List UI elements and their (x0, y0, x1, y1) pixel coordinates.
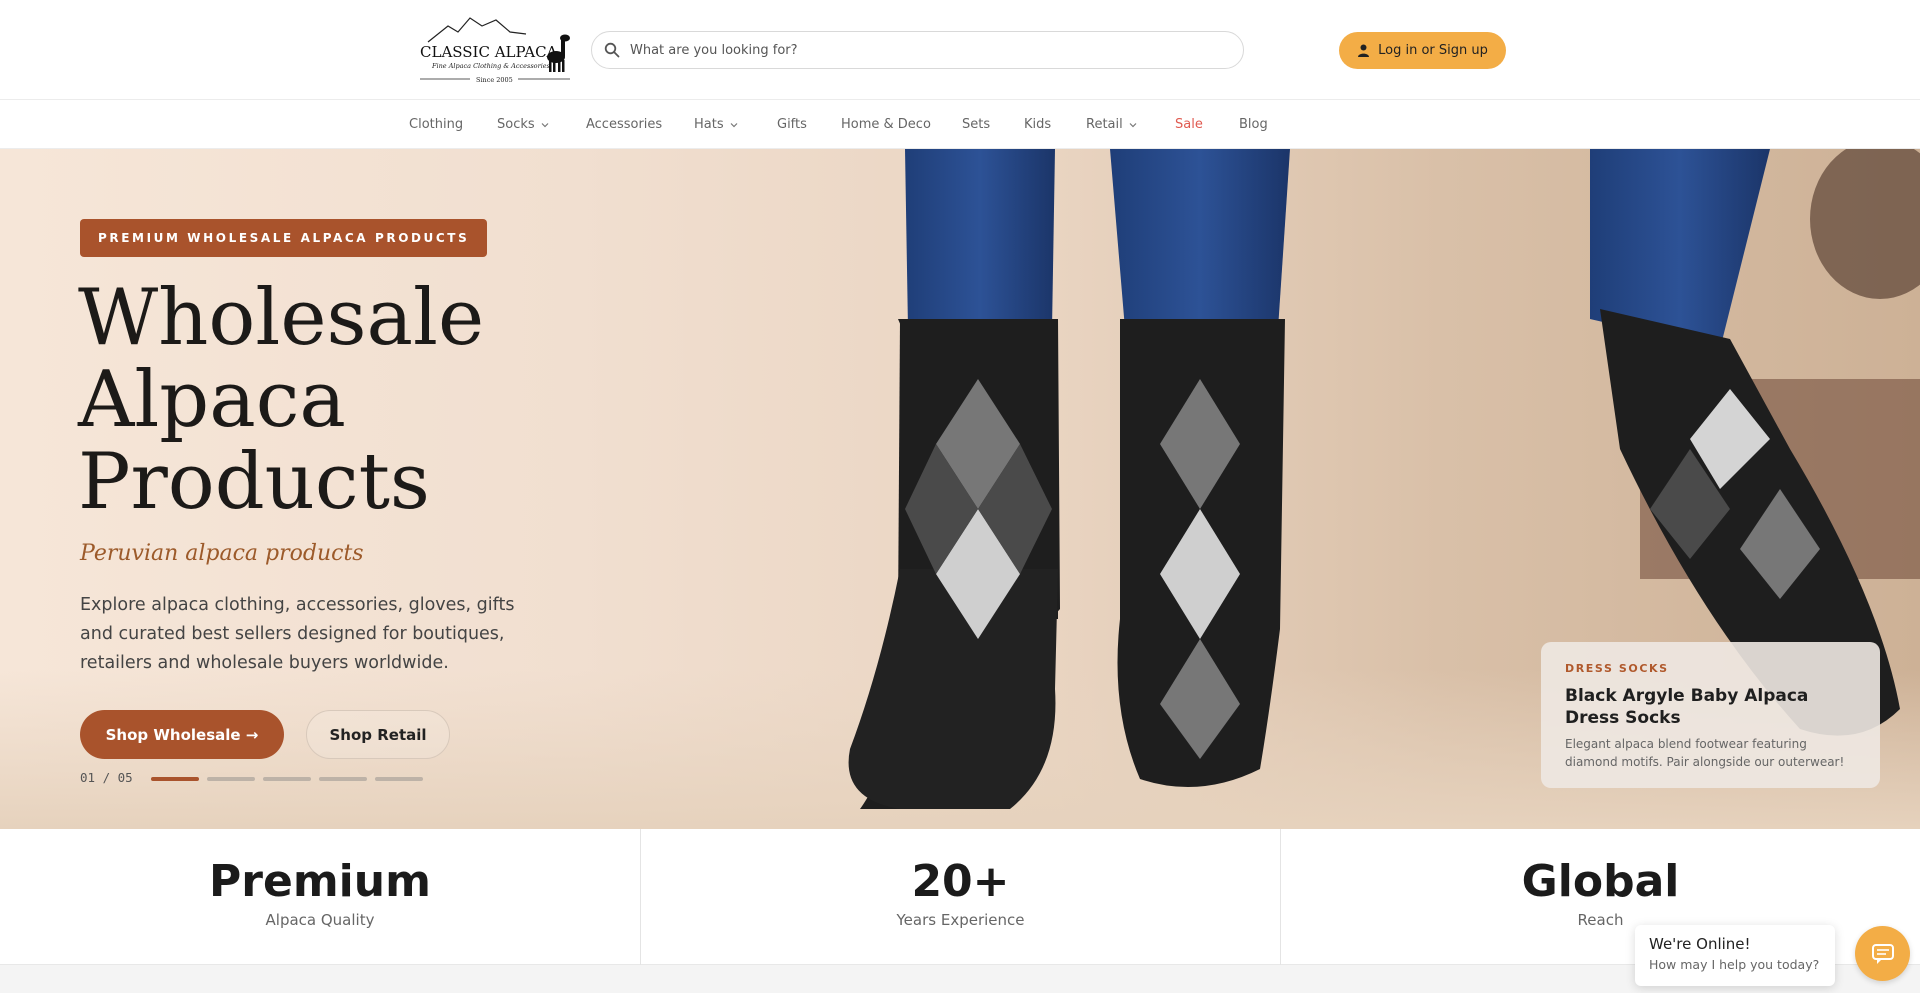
product-description: Elegant alpaca blend footwear featuring … (1565, 737, 1845, 769)
chat-greeting-bubble[interactable]: We're Online! How may I help you today? (1635, 925, 1835, 986)
svg-text:Fine Alpaca Clothing & Accesso: Fine Alpaca Clothing & Accessories (431, 62, 551, 70)
nav-item-sets[interactable]: Sets (962, 117, 990, 132)
stat-value: Global (1521, 856, 1680, 907)
slide-dot[interactable] (319, 777, 367, 781)
nav-label: Socks (497, 117, 535, 132)
chat-launcher-button[interactable] (1855, 926, 1910, 981)
chat-title: We're Online! (1649, 935, 1751, 953)
shop-wholesale-button[interactable]: Shop Wholesale → (80, 710, 284, 759)
main-navigation: Clothing Socks Accessories Hats Gifts Ho… (0, 101, 1920, 149)
chat-icon (1871, 943, 1894, 964)
stat-quality: Premium Alpaca Quality (0, 829, 640, 965)
login-label: Log in or Sign up (1378, 43, 1488, 58)
login-signup-button[interactable]: Log in or Sign up (1339, 32, 1506, 69)
hero-title-line: Wholesale (78, 273, 485, 363)
nav-item-hats[interactable]: Hats (694, 117, 738, 132)
nav-label: Gifts (777, 117, 807, 132)
next-section-edge (0, 965, 1920, 993)
hero-banner: PREMIUM WHOLESALE ALPACA PRODUCTS Wholes… (0, 149, 1920, 829)
hero-title: Wholesale Alpaca Products (78, 277, 578, 523)
slide-dot[interactable] (207, 777, 255, 781)
svg-text:Since 2005: Since 2005 (476, 76, 513, 84)
shop-retail-button[interactable]: Shop Retail (306, 710, 450, 759)
stat-label: Alpaca Quality (265, 911, 375, 929)
slide-counter: 01 / 05 (80, 770, 133, 785)
chevron-down-icon (1129, 122, 1137, 127)
product-category: DRESS SOCKS (1565, 662, 1669, 675)
slide-dots (151, 777, 423, 781)
site-logo[interactable]: CLASSIC ALPACA Fine Alpaca Clothing & Ac… (418, 12, 574, 88)
chevron-down-icon (541, 122, 549, 127)
nav-label: Accessories (586, 117, 663, 132)
nav-label: Sale (1175, 117, 1203, 132)
nav-item-clothing[interactable]: Clothing (409, 117, 463, 132)
nav-label: Sets (962, 117, 991, 132)
stats-bar: Premium Alpaca Quality 20+ Years Experie… (0, 829, 1920, 965)
search-bar[interactable] (591, 31, 1244, 69)
product-name: Black Argyle Baby Alpaca Dress Socks (1565, 686, 1809, 728)
slide-dot[interactable] (375, 777, 423, 781)
featured-product-card[interactable]: DRESS SOCKS Black Argyle Baby Alpaca Dre… (1541, 642, 1880, 788)
nav-item-gifts[interactable]: Gifts (777, 117, 807, 132)
nav-item-blog[interactable]: Blog (1239, 117, 1268, 132)
stat-value: 20+ (911, 856, 1010, 907)
nav-label: Home & Deco (841, 117, 931, 132)
alpaca-logo-icon: CLASSIC ALPACA Fine Alpaca Clothing & Ac… (420, 17, 570, 84)
search-input[interactable] (630, 42, 1190, 58)
chat-subtitle: How may I help you today? (1649, 957, 1820, 972)
hero-badge: PREMIUM WHOLESALE ALPACA PRODUCTS (80, 219, 488, 257)
site-header: CLASSIC ALPACA Fine Alpaca Clothing & Ac… (0, 0, 1920, 100)
stat-experience: 20+ Years Experience (640, 829, 1280, 965)
chevron-down-icon (730, 122, 738, 127)
nav-label: Clothing (409, 117, 464, 132)
search-icon (604, 42, 620, 58)
slide-dot[interactable] (263, 777, 311, 781)
nav-label: Blog (1239, 117, 1268, 132)
nav-item-sale[interactable]: Sale (1175, 117, 1203, 132)
nav-label: Kids (1024, 117, 1052, 132)
stat-label: Years Experience (896, 911, 1025, 929)
hero-subtitle: Peruvian alpaca products (80, 541, 364, 566)
hero-title-line: Alpaca (78, 355, 346, 445)
hero-title-line: Products (78, 437, 430, 527)
slide-dot[interactable] (151, 777, 199, 781)
nav-label: Retail (1086, 117, 1123, 132)
nav-label: Hats (694, 117, 724, 132)
nav-item-retail[interactable]: Retail (1086, 117, 1137, 132)
nav-item-kids[interactable]: Kids (1024, 117, 1051, 132)
user-icon (1358, 44, 1370, 57)
nav-item-accessories[interactable]: Accessories (586, 117, 662, 132)
svg-text:CLASSIC ALPACA: CLASSIC ALPACA (420, 43, 558, 61)
nav-item-home-deco[interactable]: Home & Deco (841, 117, 931, 132)
hero-description: Explore alpaca clothing, accessories, gl… (80, 595, 515, 673)
nav-item-socks[interactable]: Socks (497, 117, 549, 132)
stat-value: Premium (209, 856, 431, 907)
